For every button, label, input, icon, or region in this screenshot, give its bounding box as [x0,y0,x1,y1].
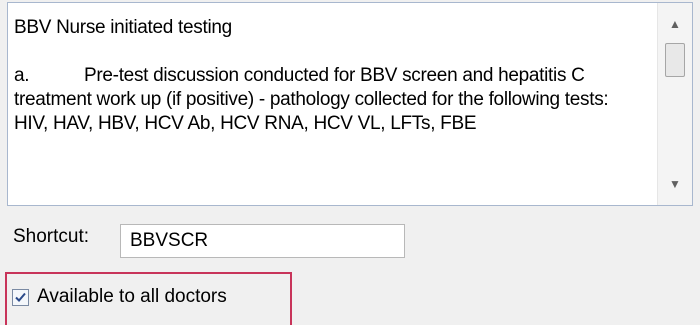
checkmark-icon [15,292,26,302]
shortcut-input[interactable] [120,224,405,258]
scroll-up-arrow-icon[interactable]: ▲ [658,9,692,39]
note-text: BBV Nurse initiated testing a. Pre-test … [14,17,609,134]
available-to-all-doctors-checkbox[interactable] [12,289,29,306]
shortcut-label: Shortcut: [13,226,90,247]
vertical-scrollbar[interactable]: ▲ ▼ [657,3,692,205]
available-to-all-doctors-label[interactable]: Available to all doctors [37,286,227,308]
scroll-down-arrow-icon[interactable]: ▼ [658,169,692,199]
note-textarea[interactable]: BBV Nurse initiated testing a. Pre-test … [7,2,693,206]
scrollbar-thumb[interactable] [665,43,685,77]
